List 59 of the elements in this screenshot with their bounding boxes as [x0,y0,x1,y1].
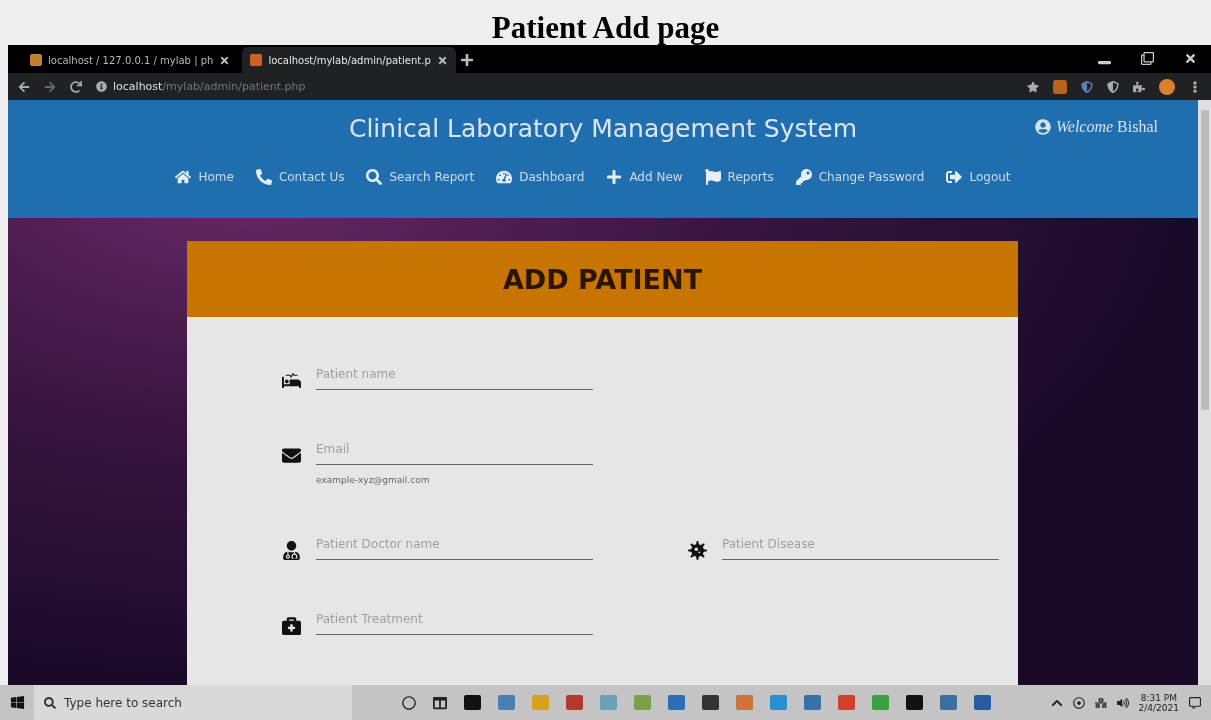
favicon-icon [30,54,42,66]
nav-link[interactable]: Change Password [795,169,925,185]
shield-icon[interactable] [1081,80,1093,93]
back-icon[interactable] [18,80,30,93]
shield-icon[interactable] [1107,80,1119,93]
medical-case-icon [282,616,304,635]
info-icon [96,81,107,92]
input-field[interactable]: Email [316,436,593,465]
browser-tab[interactable]: localhost / 127.0.0.1 / mylab | ph [22,47,239,73]
volume-icon[interactable] [1116,696,1129,709]
notification-icon[interactable] [1189,696,1201,709]
nav-link[interactable]: Add New [606,169,683,185]
input-field[interactable]: Patient Disease [722,531,999,560]
close-icon[interactable] [219,54,231,66]
nav-link[interactable]: Contact Us [255,169,345,185]
url-text: localhost/mylab/admin/patient.php [113,80,306,93]
close-icon[interactable] [1184,52,1197,65]
task-view-icon[interactable] [433,695,447,710]
card-title: ADD PATIENT [187,241,1018,317]
record-icon[interactable] [1072,696,1085,709]
input-field[interactable]: Patient name [316,361,593,390]
key-icon [795,169,812,185]
search-icon [44,696,56,709]
restore-icon[interactable] [1141,52,1154,65]
home-icon [175,169,192,185]
gauge-icon [496,169,513,185]
bed-icon [282,371,304,390]
reload-icon[interactable] [70,80,82,93]
phone-icon [255,169,272,185]
logout-icon [946,169,963,185]
input-field[interactable]: Patient Treatment [316,606,593,635]
nav-link[interactable]: Home [175,169,234,185]
favicon-icon [250,54,263,66]
browser-tab[interactable]: localhost/mylab/admin/patient.p [242,47,456,73]
nav-link[interactable]: Logout [946,169,1011,185]
nav-link[interactable]: Search Report [366,169,475,185]
extension-icon[interactable] [1053,79,1067,94]
scrollbar-thumb[interactable] [1200,110,1209,410]
nav-link[interactable]: Dashboard [496,169,585,185]
user-icon [1034,119,1051,135]
taskbar-search[interactable]: Type here to search [34,685,352,720]
input-field[interactable]: Patient Doctor name [316,531,593,560]
virus-icon [688,541,710,560]
close-icon[interactable] [436,54,448,66]
flag-icon [704,169,721,185]
site-title: Clinical Laboratory Management System [348,114,858,143]
plus-icon [606,169,623,185]
star-icon[interactable] [1027,80,1039,93]
search-icon [366,169,383,185]
forward-icon[interactable] [44,80,56,93]
puzzle-icon[interactable] [1133,80,1145,93]
nav-link[interactable]: Reports [704,169,774,185]
network-icon[interactable] [1094,696,1107,709]
caption-title: Patient Add page [490,9,721,45]
helper-text: example-xyz@gmail.com [316,475,431,485]
welcome-text: Welcome Bishal [1055,118,1158,136]
clock[interactable]: 8:31 PM 2/4/2021 [1138,692,1179,713]
profile-avatar[interactable] [1159,78,1175,95]
envelope-icon [282,446,304,465]
